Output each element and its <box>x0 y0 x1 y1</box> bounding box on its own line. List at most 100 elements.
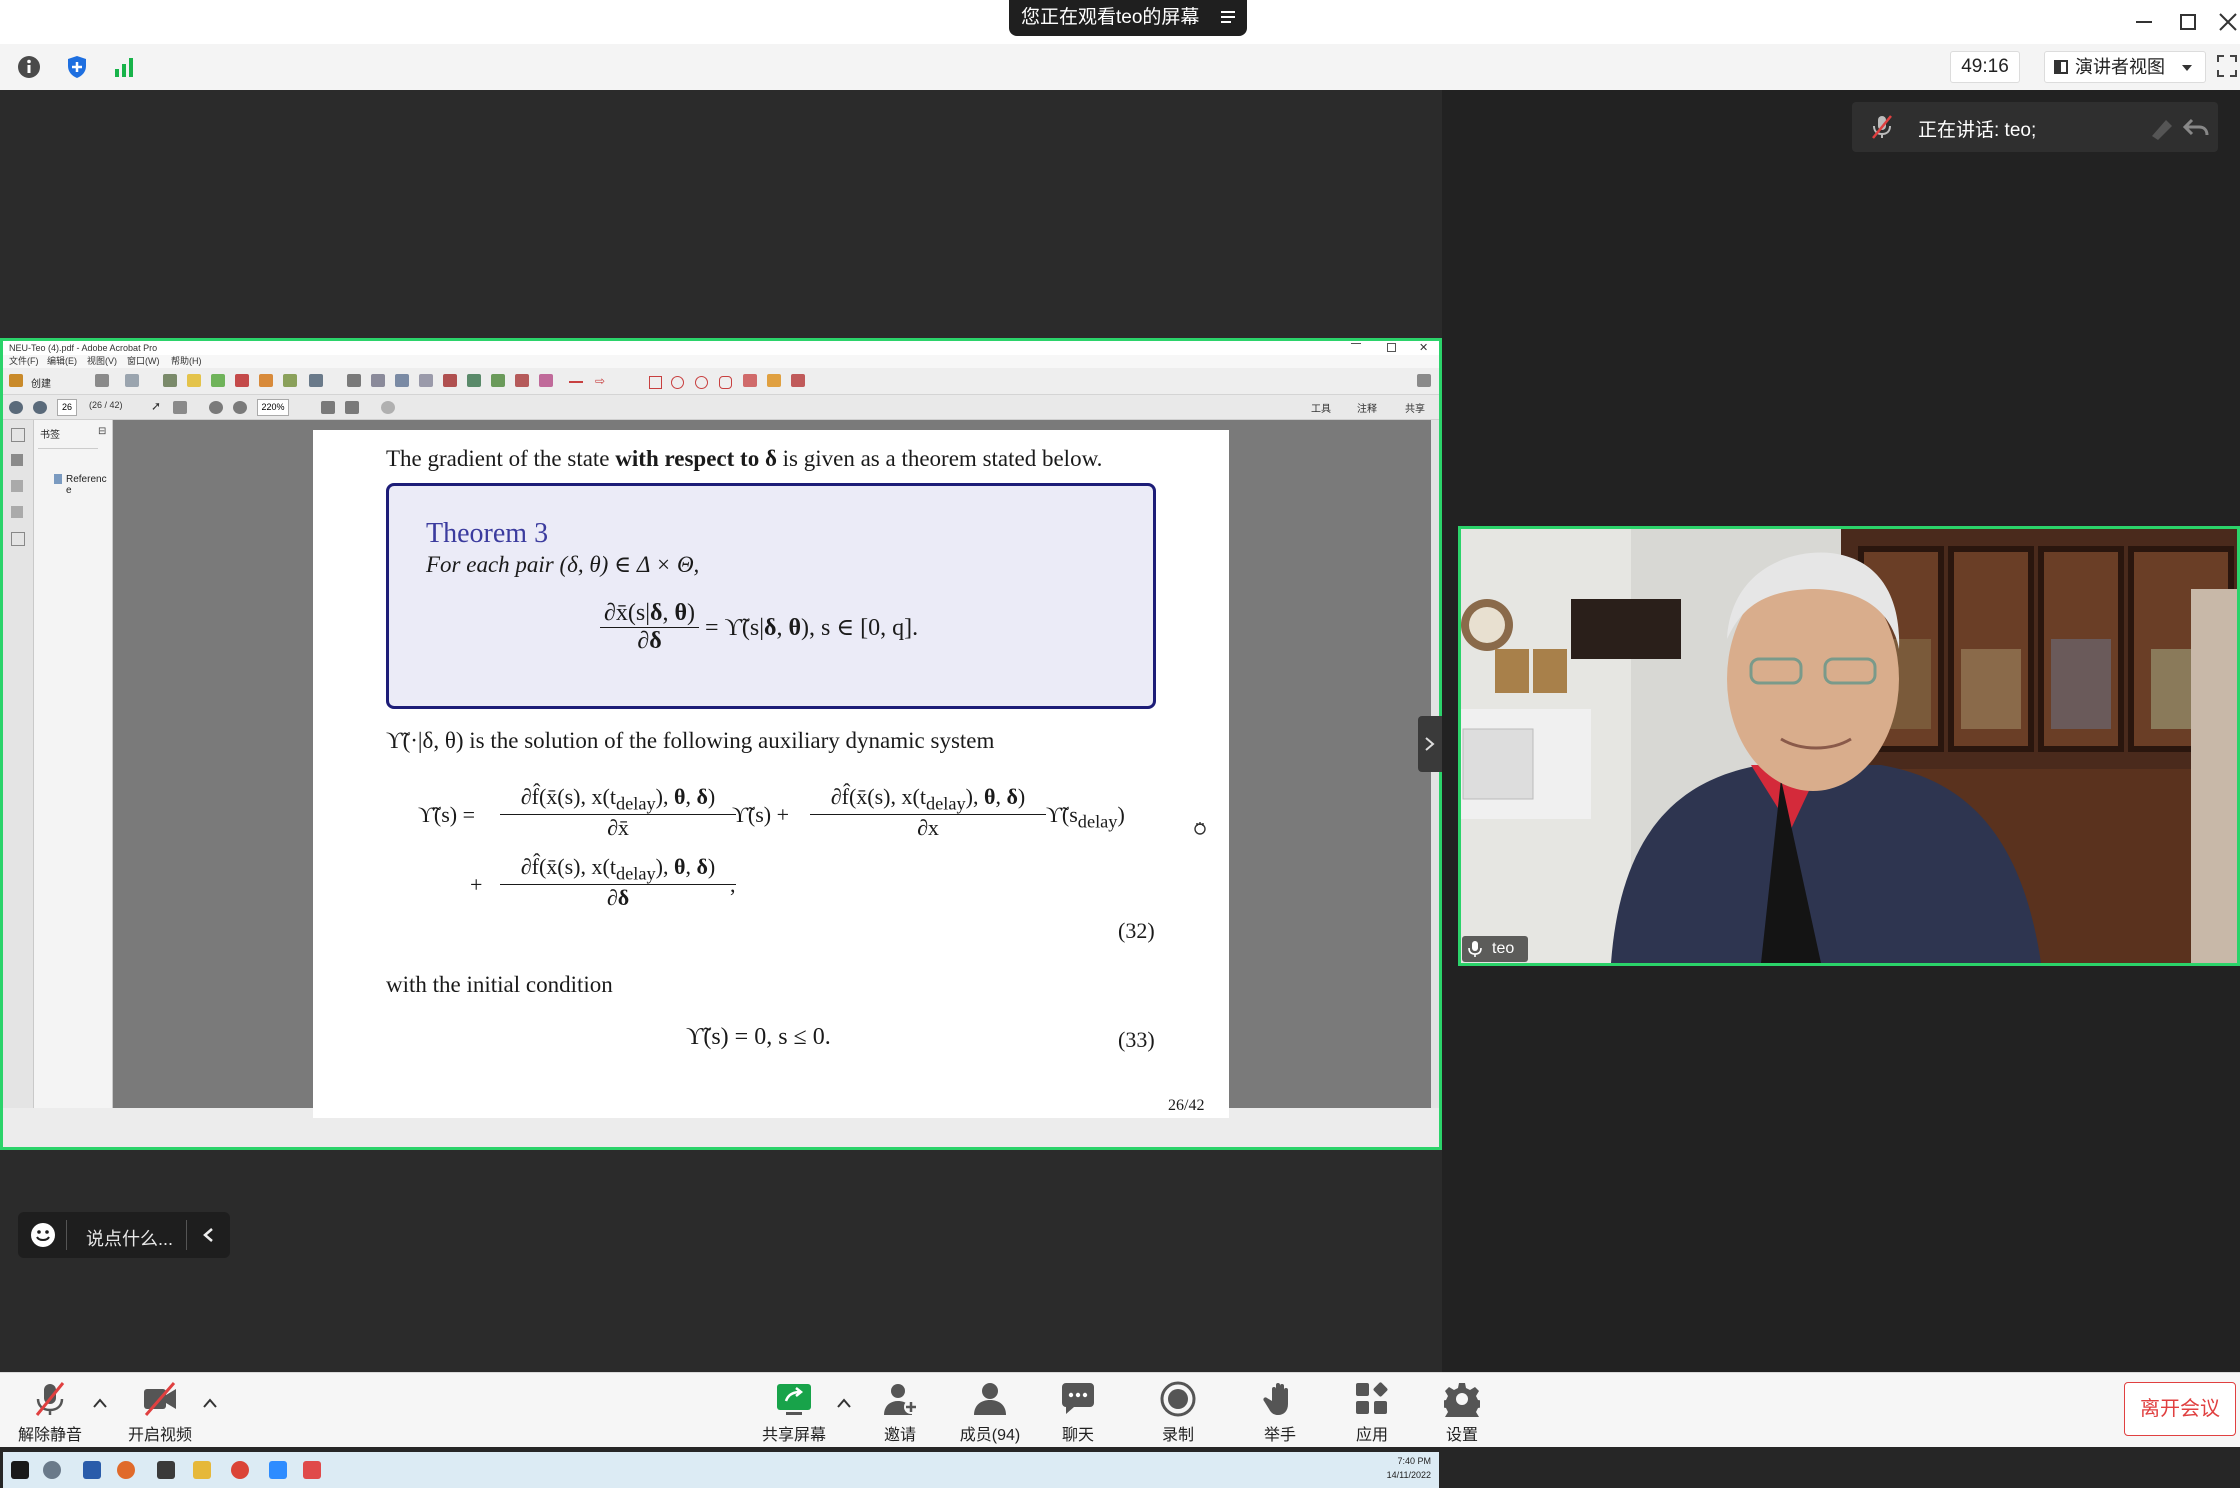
video-options-chevron-icon[interactable] <box>202 1397 218 1409</box>
acrobat-close-icon[interactable]: ✕ <box>1419 341 1428 355</box>
menu-icon[interactable] <box>1219 8 1237 26</box>
pdf-icon[interactable] <box>235 374 249 387</box>
email-icon[interactable] <box>125 374 139 387</box>
zoom-out-icon[interactable] <box>209 401 223 414</box>
participants-button[interactable]: 成员(94) <box>942 1379 1038 1445</box>
menu-help[interactable]: 帮助(H) <box>171 355 202 368</box>
firefox-icon[interactable] <box>117 1461 135 1479</box>
collapse-panel-button[interactable] <box>1418 716 1442 772</box>
audio-options-chevron-icon[interactable] <box>92 1397 108 1409</box>
settings-gear-icon[interactable] <box>163 374 177 387</box>
oval-icon[interactable] <box>671 376 684 389</box>
comment-icon[interactable] <box>187 374 201 387</box>
create-icon[interactable] <box>9 374 23 387</box>
fullscreen-icon[interactable] <box>2216 54 2238 78</box>
acrobat-taskbar-icon[interactable] <box>303 1461 321 1479</box>
stamp-icon[interactable] <box>443 374 457 387</box>
pencil-icon[interactable] <box>767 374 781 387</box>
minimize-icon[interactable] <box>2130 8 2158 36</box>
hand-tool-icon[interactable] <box>173 401 187 414</box>
zoom-in-icon[interactable] <box>233 401 247 414</box>
chevron-left-icon[interactable] <box>202 1227 214 1243</box>
maximize-icon[interactable] <box>2174 8 2202 36</box>
media-icon[interactable] <box>157 1461 175 1479</box>
start-video-button[interactable]: 开启视频 <box>112 1379 208 1445</box>
taskbar-search-icon[interactable] <box>43 1461 61 1479</box>
fit-page-icon[interactable] <box>321 401 335 414</box>
info-icon[interactable] <box>16 54 42 80</box>
signal-strength-icon[interactable] <box>112 54 138 80</box>
windows-start-icon[interactable] <box>11 1461 29 1479</box>
menu-view[interactable]: 视图(V) <box>87 355 117 368</box>
circle-icon[interactable] <box>695 376 708 389</box>
raise-hand-button[interactable]: 举手 <box>1232 1379 1328 1445</box>
form-icon[interactable] <box>283 374 297 387</box>
zoom-input[interactable]: 220% <box>257 399 289 416</box>
page-number-input[interactable]: 26 <box>57 399 77 416</box>
pages-icon[interactable] <box>11 428 25 442</box>
expand-icon[interactable] <box>1417 374 1431 387</box>
invite-button[interactable]: 邀请 <box>852 1379 948 1445</box>
text-cursor-icon[interactable] <box>467 374 481 387</box>
tab-comment[interactable]: 注释 <box>1357 400 1377 415</box>
panel-close-icon[interactable]: ⊟ <box>98 426 106 437</box>
pen-eraser-icon[interactable] <box>2148 114 2178 140</box>
polygon-icon[interactable] <box>719 376 732 389</box>
text-edit-icon[interactable] <box>395 374 409 387</box>
menu-window[interactable]: 窗口(W) <box>127 355 160 368</box>
print-icon[interactable] <box>95 374 109 387</box>
select-tool-icon[interactable]: ➚ <box>151 399 161 413</box>
fit-width-icon[interactable] <box>345 401 359 414</box>
close-icon[interactable] <box>2214 8 2240 36</box>
bookmark-item[interactable]: Reference <box>66 474 110 496</box>
cloud-icon[interactable] <box>743 374 757 387</box>
acrobat-minimize-icon[interactable] <box>1351 343 1361 344</box>
arrow-icon[interactable]: ⇨ <box>595 374 605 388</box>
apps-button[interactable]: 应用 <box>1324 1379 1420 1445</box>
page-down-icon[interactable] <box>33 401 47 414</box>
attach-icon[interactable] <box>347 374 361 387</box>
chrome-icon[interactable] <box>231 1461 249 1479</box>
text-tool-icon[interactable] <box>491 374 505 387</box>
security-shield-icon[interactable] <box>64 54 90 80</box>
view-mode-button[interactable]: 演讲者视图 <box>2044 51 2206 83</box>
attachment-icon[interactable] <box>11 480 23 492</box>
quick-chat-bar[interactable]: 说点什么... <box>18 1212 230 1258</box>
screen-share-notice[interactable]: 您正在观看teo的屏幕 <box>1009 0 1247 36</box>
share-screen-button[interactable]: 共享屏幕 <box>746 1379 842 1445</box>
menu-edit[interactable]: 编辑(E) <box>47 355 77 368</box>
bookmark-panel-icon[interactable] <box>11 454 23 466</box>
create-button[interactable]: 创建 <box>31 375 51 390</box>
review-icon[interactable] <box>211 374 225 387</box>
undo-icon[interactable] <box>2182 114 2210 140</box>
settings-button[interactable]: 设置 <box>1414 1379 1510 1445</box>
crop-icon[interactable] <box>515 374 529 387</box>
participant-video-tile[interactable] <box>1458 526 2240 966</box>
leave-meeting-button[interactable]: 离开会议 <box>2124 1382 2236 1436</box>
emoji-icon[interactable] <box>30 1222 56 1248</box>
audio-icon[interactable] <box>371 374 385 387</box>
acrobat-restore-icon[interactable] <box>1387 343 1396 352</box>
signature-panel-icon[interactable] <box>11 506 23 518</box>
layers-icon[interactable] <box>11 532 25 546</box>
eraser-icon[interactable] <box>791 374 805 387</box>
rectangle-icon[interactable] <box>649 376 662 389</box>
zoom-app-icon[interactable] <box>269 1461 287 1479</box>
export-icon[interactable] <box>259 374 273 387</box>
highlight-icon[interactable] <box>539 374 553 387</box>
chat-placeholder[interactable]: 说点什么... <box>86 1225 173 1251</box>
text-box-icon[interactable] <box>419 374 433 387</box>
read-mode-icon[interactable] <box>381 401 395 414</box>
sign-icon[interactable] <box>309 374 323 387</box>
file-explorer-icon[interactable] <box>193 1461 211 1479</box>
record-button[interactable]: 录制 <box>1130 1379 1226 1445</box>
share-options-chevron-icon[interactable] <box>836 1397 852 1409</box>
word-icon[interactable] <box>83 1461 101 1479</box>
tab-tools[interactable]: 工具 <box>1311 400 1331 415</box>
unmute-button[interactable]: 解除静音 <box>2 1379 98 1445</box>
tab-share[interactable]: 共享 <box>1405 400 1425 415</box>
page-up-icon[interactable] <box>9 401 23 414</box>
menu-file[interactable]: 文件(F) <box>9 355 39 368</box>
line-icon[interactable] <box>569 381 583 383</box>
chat-button[interactable]: 聊天 <box>1030 1379 1126 1445</box>
